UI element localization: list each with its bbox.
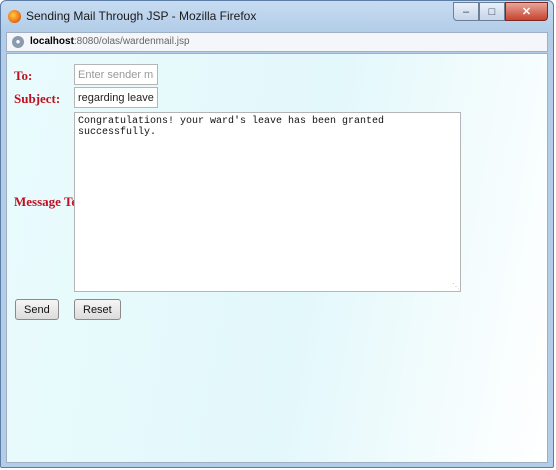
window-controls: – □ ✕	[453, 2, 548, 22]
url-host: localhost	[30, 36, 74, 47]
address-bar[interactable]: ● localhost:8080/olas/wardenmail.jsp	[6, 32, 548, 52]
page-content: To: Subject: Message Text: ⋱ Send Reset	[6, 53, 548, 463]
url-path: :8080/olas/wardenmail.jsp	[73, 36, 190, 47]
maximize-button[interactable]: □	[479, 2, 505, 21]
subject-label: Subject:	[14, 91, 61, 106]
close-button[interactable]: ✕	[505, 2, 548, 21]
reset-button[interactable]: Reset	[74, 299, 121, 320]
to-input[interactable]	[74, 64, 158, 85]
browser-window: Sending Mail Through JSP - Mozilla Firef…	[0, 0, 554, 468]
window-title: Sending Mail Through JSP - Mozilla Firef…	[26, 9, 257, 23]
url-text[interactable]: localhost:8080/olas/wardenmail.jsp	[30, 36, 190, 47]
to-label: To:	[14, 68, 33, 83]
send-button[interactable]: Send	[15, 299, 59, 320]
globe-icon: ●	[12, 36, 24, 48]
subject-input[interactable]	[74, 87, 158, 108]
minimize-button[interactable]: –	[453, 2, 479, 21]
message-textarea[interactable]	[74, 112, 461, 292]
resize-grip-icon[interactable]: ⋱	[452, 283, 460, 291]
firefox-icon	[8, 10, 21, 23]
title-bar[interactable]: Sending Mail Through JSP - Mozilla Firef…	[1, 1, 553, 31]
